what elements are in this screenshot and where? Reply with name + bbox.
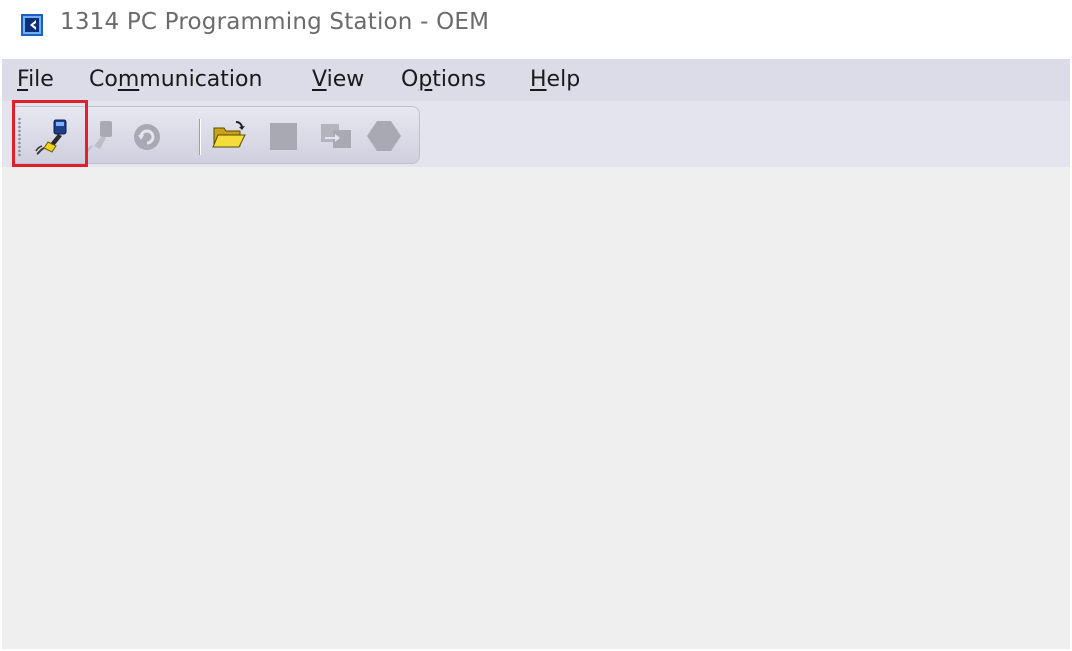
toolbar-strip: [2, 101, 1070, 167]
menu-view[interactable]: View: [312, 64, 364, 96]
menu-bar: File Communication View Options Help: [2, 59, 1070, 101]
highlight-annotation: [12, 100, 88, 167]
toolbar-separator: [199, 119, 201, 155]
stop-icon: [270, 123, 297, 150]
window-title: 1314 PC Programming Station - OEM: [60, 9, 490, 35]
open-button[interactable]: [209, 115, 249, 157]
title-bar: 1314 PC Programming Station - OEM: [0, 0, 1072, 59]
menu-options[interactable]: Options: [401, 64, 486, 96]
app-window: 1314 PC Programming Station - OEM File C…: [0, 0, 1072, 651]
menu-communication[interactable]: Communication: [89, 64, 262, 96]
menu-file[interactable]: File: [17, 64, 54, 96]
app-logo-icon: [21, 14, 43, 36]
menu-help[interactable]: Help: [530, 64, 580, 96]
refresh-icon: [134, 124, 160, 150]
refresh-button[interactable]: [127, 115, 167, 157]
stop-button[interactable]: [263, 115, 303, 157]
transfer-icon: [321, 124, 351, 148]
client-area: [2, 167, 1070, 649]
diamond-icon: [367, 121, 401, 151]
transfer-button[interactable]: [316, 115, 356, 157]
open-folder-icon: [212, 121, 246, 148]
run-button[interactable]: [364, 115, 404, 157]
